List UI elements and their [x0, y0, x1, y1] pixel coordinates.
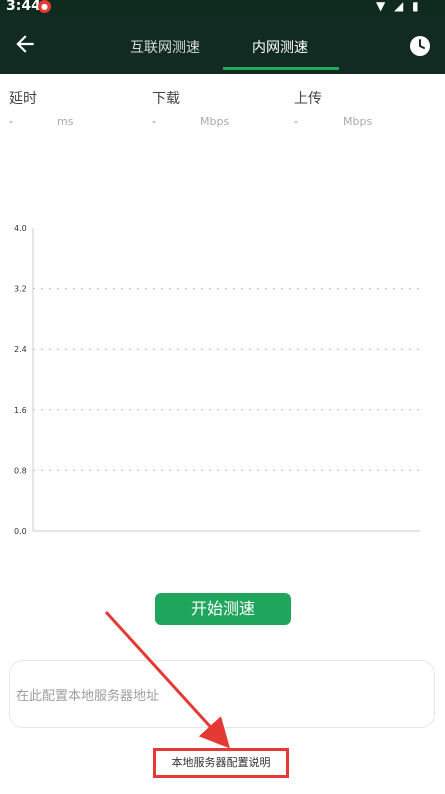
signal-icon: ◢: [394, 0, 404, 13]
start-test-button[interactable]: 开始测速: [155, 593, 291, 625]
notification-icon: ●: [38, 0, 51, 13]
app-bar: 互联网测速 内网测速: [0, 14, 445, 74]
status-time: 3:44: [6, 0, 41, 14]
battery-icon: ▮: [412, 0, 419, 13]
back-arrow-icon[interactable]: [12, 31, 38, 57]
server-address-box: [9, 660, 435, 728]
help-annotation-box: 本地服务器配置说明: [153, 748, 289, 778]
wifi-icon: ▼: [376, 0, 386, 13]
latency-label: 延时: [9, 91, 37, 107]
server-config-help-link[interactable]: 本地服务器配置说明: [156, 751, 286, 775]
download-unit: Mbps: [200, 115, 230, 128]
upload-label: 上传: [294, 91, 322, 107]
history-clock-icon[interactable]: [408, 34, 432, 58]
y-tick-label: 2.4: [14, 345, 27, 354]
tab-indicator: [223, 67, 339, 70]
upload-unit: Mbps: [343, 115, 373, 128]
download-label: 下载: [152, 91, 180, 107]
tab-lan-speed[interactable]: 内网测速: [252, 37, 308, 57]
y-tick-label: 4.0: [14, 224, 27, 233]
y-tick-label: 0.0: [14, 527, 27, 536]
y-tick-label: 1.6: [14, 406, 27, 415]
latency-unit: ms: [57, 115, 74, 128]
latency-value: -: [9, 115, 13, 128]
y-tick-label: 3.2: [14, 285, 27, 294]
server-address-input[interactable]: [14, 679, 428, 713]
tab-internet-speed[interactable]: 互联网测速: [130, 37, 200, 57]
download-value: -: [152, 115, 156, 128]
y-tick-label: 0.8: [14, 466, 27, 475]
upload-value: -: [294, 115, 298, 128]
speed-chart: 4.0 3.2 2.4 1.6 0.8 0.0: [14, 224, 420, 536]
status-bar: 3:44 ● ▼ ◢ ▮: [0, 0, 445, 14]
